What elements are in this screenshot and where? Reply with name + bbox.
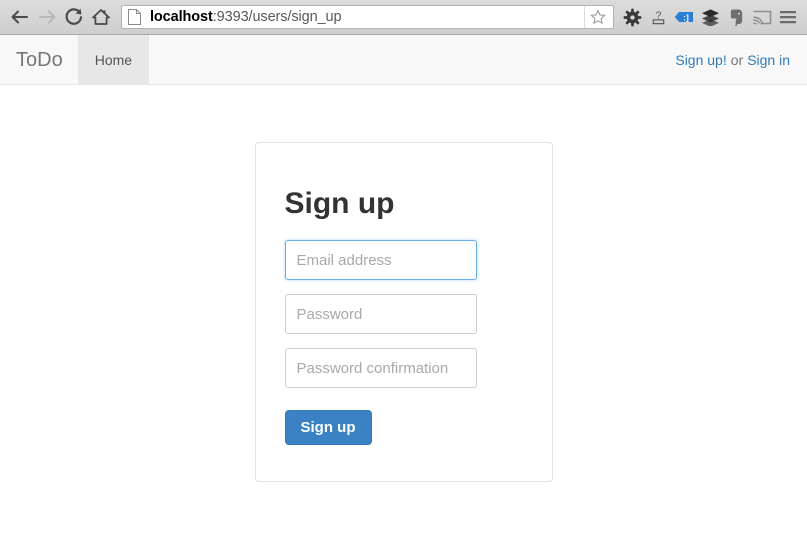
back-button[interactable] xyxy=(6,4,33,30)
password-field[interactable] xyxy=(284,294,477,334)
home-button[interactable] xyxy=(87,4,114,30)
address-bar-text: localhost:9393/users/sign_up xyxy=(150,9,584,25)
extension-icons: ? :] xyxy=(619,4,801,30)
sign-in-link[interactable]: Sign in xyxy=(747,52,790,68)
sign-up-button[interactable]: Sign up xyxy=(284,410,372,445)
site-navbar: ToDo Home Sign up! or Sign in xyxy=(0,35,807,85)
cast-icon[interactable] xyxy=(749,4,775,30)
tab-home[interactable]: Home xyxy=(77,35,150,84)
star-icon[interactable] xyxy=(584,6,611,28)
page-title: Sign up xyxy=(284,187,395,220)
sign-up-link[interactable]: Sign up! xyxy=(675,52,726,68)
navbar-brand[interactable]: ToDo xyxy=(0,35,78,84)
navbar-auth-links: Sign up! or Sign in xyxy=(675,35,807,84)
elephant-icon[interactable] xyxy=(723,4,749,30)
password-confirmation-field[interactable] xyxy=(284,348,477,388)
browser-toolbar: localhost:9393/users/sign_up ?:] xyxy=(0,0,807,35)
navbar-tabs: Home xyxy=(77,35,150,84)
page-icon xyxy=(128,9,143,26)
page-content: Sign up Sign up xyxy=(0,142,807,482)
auth-links-separator: or xyxy=(730,51,744,68)
forward-button[interactable] xyxy=(33,4,60,30)
reload-button[interactable] xyxy=(60,4,87,30)
address-bar[interactable]: localhost:9393/users/sign_up xyxy=(121,5,614,29)
email-field[interactable] xyxy=(284,240,477,280)
question-mark-icon[interactable]: ? xyxy=(645,4,671,30)
hamburger-menu-icon[interactable] xyxy=(775,4,801,30)
address-bar-path: :9393/users/sign_up xyxy=(212,9,342,25)
sign-up-panel: Sign up Sign up xyxy=(254,142,553,482)
address-bar-host: localhost xyxy=(150,9,213,25)
svg-text::]: :] xyxy=(683,12,689,22)
blue-tag-icon[interactable]: :] xyxy=(671,4,697,30)
gear-icon[interactable] xyxy=(619,4,645,30)
layers-icon[interactable] xyxy=(697,4,723,30)
